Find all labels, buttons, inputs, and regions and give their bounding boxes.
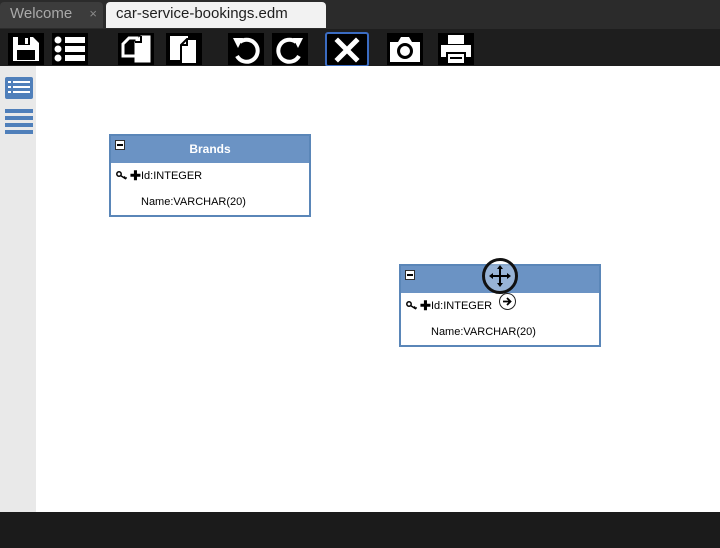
close-icon[interactable]: × xyxy=(89,2,97,26)
key-icon xyxy=(406,301,418,310)
key-icon xyxy=(116,171,128,180)
copy-button[interactable] xyxy=(118,33,154,65)
collapse-icon[interactable] xyxy=(115,140,125,150)
entity-brands[interactable]: Brands ✚ Id:INTEGER Name:VARCHAR(20) xyxy=(109,134,311,217)
entity-title: Brands xyxy=(189,142,231,156)
menu-lines-icon xyxy=(5,109,33,134)
save-icon xyxy=(13,37,39,61)
redo-icon xyxy=(276,37,303,64)
field-label: Name:VARCHAR(20) xyxy=(431,326,536,338)
plus-icon: ✚ xyxy=(420,298,431,313)
field-row[interactable]: Name:VARCHAR(20) xyxy=(401,319,599,345)
redo-button[interactable] xyxy=(272,33,308,65)
tab-car-service-bookings[interactable]: car-service-bookings.edm xyxy=(106,2,326,28)
field-label: Id:INTEGER xyxy=(141,170,203,182)
tab-bar: Welcome × car-service-bookings.edm xyxy=(0,0,720,29)
paste-icon xyxy=(170,36,198,65)
collapse-icon[interactable] xyxy=(405,270,415,280)
field-row[interactable]: ✚ Id:INTEGER xyxy=(111,163,309,189)
sidebar-item-menu[interactable] xyxy=(4,108,34,134)
move-cursor-icon xyxy=(482,258,518,294)
entity-list-icon xyxy=(5,77,33,99)
tab-welcome[interactable]: Welcome × xyxy=(0,2,103,28)
sidebar-item-entities[interactable] xyxy=(4,76,34,100)
undo-button[interactable] xyxy=(228,33,264,65)
camera-icon xyxy=(390,37,420,62)
delete-icon xyxy=(334,36,360,63)
tab-label: Welcome xyxy=(10,5,73,22)
list-icon xyxy=(54,36,85,62)
toolbar xyxy=(0,29,720,67)
delete-button[interactable] xyxy=(325,32,369,67)
sidebar xyxy=(0,66,36,512)
tab-label: car-service-bookings.edm xyxy=(116,5,288,22)
plus-icon: ✚ xyxy=(130,168,141,183)
paste-button[interactable] xyxy=(166,33,202,65)
print-icon xyxy=(441,35,471,63)
arrow-right-circle-icon[interactable] xyxy=(499,293,516,310)
copy-icon xyxy=(121,35,151,63)
print-button[interactable] xyxy=(438,33,474,65)
undo-icon xyxy=(233,37,260,64)
status-bar xyxy=(0,512,720,548)
save-button[interactable] xyxy=(8,33,44,65)
field-label: Id:INTEGER xyxy=(431,300,493,312)
field-row[interactable]: Name:VARCHAR(20) xyxy=(111,189,309,215)
entity-header[interactable]: Brands xyxy=(111,136,309,163)
screenshot-button[interactable] xyxy=(387,33,423,65)
list-button[interactable] xyxy=(52,33,88,65)
field-label: Name:VARCHAR(20) xyxy=(141,196,246,208)
diagram-canvas[interactable]: Brands ✚ Id:INTEGER Name:VARCHAR(20) ✚ I… xyxy=(36,66,720,512)
